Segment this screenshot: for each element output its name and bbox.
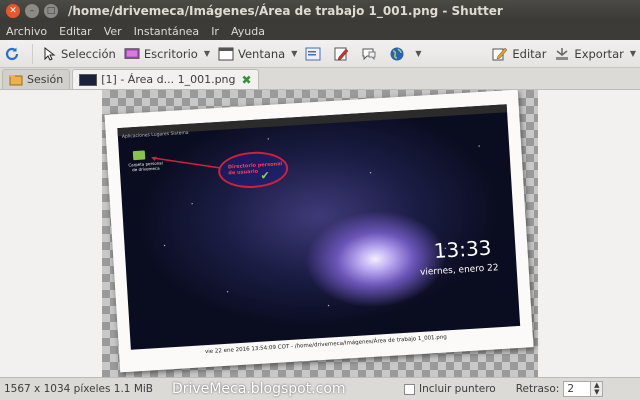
menu-capture-icon bbox=[305, 46, 321, 62]
toolbar: Selección Escritorio ▼ Ventana ▼ ▼ Edita… bbox=[0, 40, 640, 68]
refresh-button[interactable] bbox=[0, 42, 28, 66]
include-pointer-checkbox[interactable] bbox=[404, 383, 415, 395]
web-dropdown-icon[interactable]: ▼ bbox=[415, 49, 421, 58]
tab-bar: Sesión [1] - Área d... 1_001.png ✖ bbox=[0, 68, 640, 90]
export-dropdown-icon[interactable]: ▼ bbox=[630, 49, 636, 58]
menu-bar: Archivo Editar Ver Instantánea Ir Ayuda bbox=[0, 22, 640, 40]
tab-session[interactable]: Sesión bbox=[2, 69, 71, 89]
menu-editar[interactable]: Editar bbox=[59, 25, 92, 38]
desktop-clock: 13:33 bbox=[433, 235, 493, 264]
menu-instantanea[interactable]: Instantánea bbox=[134, 25, 200, 38]
session-icon bbox=[9, 73, 23, 87]
menu-ayuda[interactable]: Ayuda bbox=[231, 25, 265, 38]
export-label: Exportar bbox=[574, 46, 624, 61]
close-window-icon[interactable]: ✕ bbox=[6, 4, 20, 18]
minimize-window-icon[interactable]: – bbox=[25, 4, 39, 18]
menu-archivo[interactable]: Archivo bbox=[6, 25, 47, 38]
window-title: /home/drivemeca/Imágenes/Área de trabajo… bbox=[68, 4, 503, 18]
export-button[interactable]: Exportar ▼ bbox=[550, 42, 640, 66]
stars-background bbox=[117, 104, 521, 350]
window-dropdown-icon[interactable]: ▼ bbox=[291, 49, 297, 58]
maximize-window-icon[interactable]: □ bbox=[44, 4, 58, 18]
title-bar: ✕ – □ /home/drivemeca/Imágenes/Área de t… bbox=[0, 0, 640, 22]
selection-button[interactable]: Selección bbox=[37, 42, 120, 66]
watermark: DriveMeca.blogspot.com bbox=[172, 381, 346, 397]
image-info: 1567 x 1034 píxeles 1.1 MiB bbox=[4, 383, 154, 395]
toolbar-separator bbox=[32, 43, 33, 64]
desktop-dropdown-icon[interactable]: ▼ bbox=[204, 49, 210, 58]
menu-ver[interactable]: Ver bbox=[104, 25, 122, 38]
menu-capture-button[interactable] bbox=[301, 42, 329, 66]
tab-session-label: Sesión bbox=[27, 73, 64, 86]
pencil-note-icon bbox=[333, 46, 349, 62]
window-icon bbox=[218, 46, 234, 62]
desktop-screenshot: Aplicaciones Lugares Sistema Carpeta per… bbox=[117, 104, 521, 350]
annotation-text: Directorio personal de usuario bbox=[227, 161, 283, 177]
home-folder-icon bbox=[132, 150, 146, 161]
desktop-icon bbox=[124, 46, 140, 62]
window-button[interactable]: Ventana ▼ bbox=[214, 42, 301, 66]
globe-icon bbox=[389, 46, 405, 62]
edit-button[interactable]: Editar bbox=[488, 42, 550, 66]
delay-input[interactable]: 2 bbox=[563, 381, 592, 397]
refresh-icon bbox=[4, 46, 20, 62]
desktop-label: Escritorio bbox=[143, 46, 198, 61]
cursor-icon bbox=[41, 46, 57, 62]
tab-file-label: [1] - Área d... 1_001.png bbox=[101, 73, 236, 86]
checkmark-icon: ✔ bbox=[260, 168, 271, 183]
tab-thumbnail bbox=[79, 73, 98, 86]
window-label: Ventana bbox=[237, 46, 286, 61]
selection-label: Selección bbox=[61, 46, 116, 61]
tooltip-capture-button[interactable] bbox=[357, 42, 385, 66]
menu-ir[interactable]: Ir bbox=[211, 25, 219, 38]
export-icon bbox=[554, 46, 570, 62]
status-bar: 1567 x 1034 píxeles 1.1 MiB DriveMeca.bl… bbox=[0, 377, 640, 400]
speech-bubble-icon bbox=[361, 46, 377, 62]
image-canvas[interactable]: Aplicaciones Lugares Sistema Carpeta per… bbox=[0, 90, 640, 377]
delay-spinner-arrows[interactable]: ▲ ▼ bbox=[591, 381, 604, 397]
edit-capture-button[interactable] bbox=[329, 42, 357, 66]
tab-file[interactable]: [1] - Área d... 1_001.png ✖ bbox=[72, 69, 259, 89]
delay-label: Retraso: bbox=[515, 383, 560, 395]
edit-icon bbox=[492, 46, 508, 62]
include-pointer-label: Incluir puntero bbox=[419, 383, 496, 395]
close-tab-icon[interactable]: ✖ bbox=[242, 73, 252, 87]
web-capture-button[interactable]: ▼ bbox=[385, 42, 425, 66]
screenshot-preview: Aplicaciones Lugares Sistema Carpeta per… bbox=[104, 90, 534, 373]
desktop-button[interactable]: Escritorio ▼ bbox=[120, 42, 214, 66]
edit-label: Editar bbox=[512, 46, 547, 61]
